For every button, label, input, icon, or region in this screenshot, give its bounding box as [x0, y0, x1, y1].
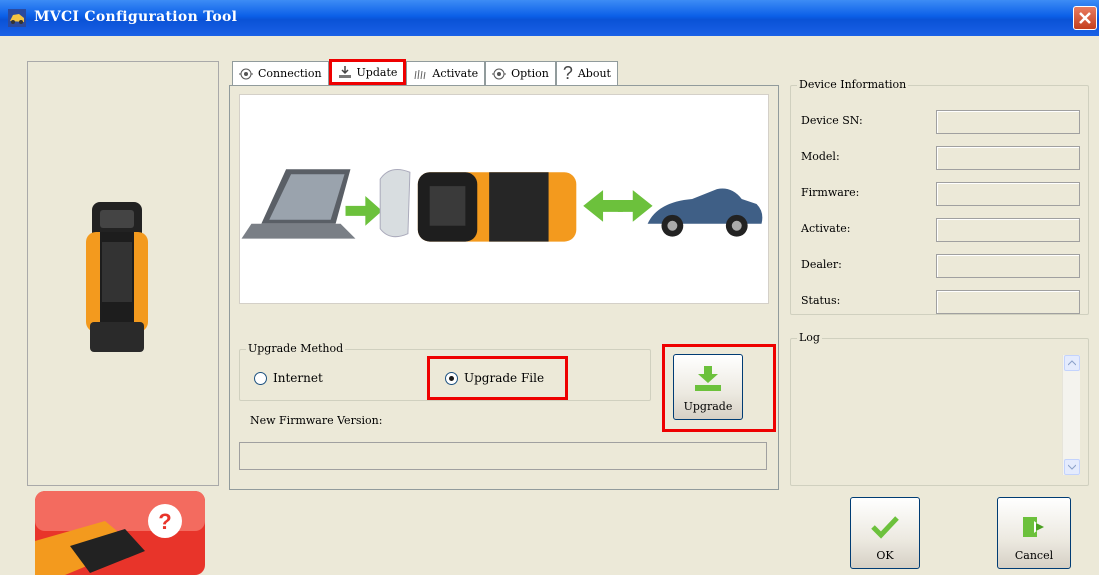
download-tray-icon [338, 66, 351, 78]
arrow-right-icon [617, 190, 653, 222]
log-group: Log [790, 331, 1089, 486]
ok-button-label: OK [876, 549, 894, 562]
radio-internet-label: Internet [273, 371, 323, 385]
tab-activate[interactable]: Activate [406, 61, 486, 85]
car-image [647, 188, 763, 237]
tab-activate-label: Activate [432, 67, 479, 80]
firmware-label: Firmware: [801, 186, 860, 199]
client-area: ? Connection Update Activate Option ? Ab… [0, 36, 1099, 575]
app-car-icon [8, 9, 26, 27]
scroll-up-button[interactable] [1064, 355, 1080, 371]
log-scrollbar[interactable] [1062, 355, 1080, 475]
tab-about[interactable]: ? About [555, 61, 618, 85]
upgrade-progress-bar [239, 442, 767, 470]
update-tab-panel: Upgrade Method Internet Upgrade File New… [229, 85, 779, 490]
tab-connection[interactable]: Connection [232, 61, 329, 85]
update-flow-image [239, 94, 769, 304]
tab-strip: Connection Update Activate Option ? Abou… [232, 59, 618, 85]
cancel-button[interactable]: Cancel [997, 497, 1071, 569]
activate-field [936, 218, 1080, 242]
device-information-legend: Device Information [797, 78, 909, 91]
radio-internet-circle[interactable] [254, 371, 267, 385]
question-mark-icon: ? [562, 63, 573, 83]
tab-update[interactable]: Update [328, 59, 407, 85]
close-icon [1079, 12, 1091, 24]
device-image-panel [27, 61, 219, 486]
dealer-field [936, 254, 1080, 278]
status-label: Status: [801, 294, 841, 307]
upgrade-button-highlight [662, 344, 776, 432]
firmware-field [936, 182, 1080, 206]
help-question-icon: ? [158, 509, 171, 534]
vci-device-image [417, 172, 577, 242]
radio-internet[interactable]: Internet [254, 371, 323, 385]
vci-device-image [86, 202, 148, 352]
model-field [936, 146, 1080, 170]
device-information-group: Device Information Device SN: Model: Fir… [790, 78, 1089, 315]
window-title: MVCI Configuration Tool [34, 9, 238, 25]
radio-dot-icon [492, 68, 507, 79]
arrow-left-icon [583, 190, 623, 222]
close-button[interactable] [1073, 6, 1097, 30]
chevron-up-icon [1068, 360, 1076, 366]
tab-option-label: Option [511, 67, 549, 80]
grass-icon [414, 69, 426, 79]
ok-button[interactable]: OK [850, 497, 920, 569]
device-sn-field [936, 110, 1080, 134]
exit-icon [1023, 517, 1044, 537]
tab-connection-label: Connection [258, 67, 322, 80]
laptop-image [241, 169, 356, 239]
model-label: Model: [801, 150, 840, 163]
radio-dot-icon [239, 68, 253, 79]
arrow-right-icon [345, 196, 383, 226]
tab-about-label: About [577, 67, 611, 80]
check-icon [871, 516, 899, 539]
tab-update-label: Update [356, 65, 398, 79]
cancel-button-label: Cancel [1014, 549, 1054, 562]
dealer-label: Dealer: [801, 258, 842, 271]
title-bar: MVCI Configuration Tool [0, 0, 1099, 36]
status-field [936, 290, 1080, 314]
upgrade-file-highlight [427, 356, 568, 400]
tab-option[interactable]: Option [485, 61, 556, 85]
device-sn-label: Device SN: [801, 114, 863, 127]
activate-label: Activate: [801, 222, 851, 235]
upgrade-method-legend: Upgrade Method [246, 342, 346, 355]
new-firmware-label: New Firmware Version: [250, 414, 383, 427]
log-legend: Log [797, 331, 822, 344]
chevron-down-icon [1068, 464, 1076, 470]
scroll-down-button[interactable] [1064, 459, 1080, 475]
help-banner-image[interactable]: ? [35, 491, 205, 575]
